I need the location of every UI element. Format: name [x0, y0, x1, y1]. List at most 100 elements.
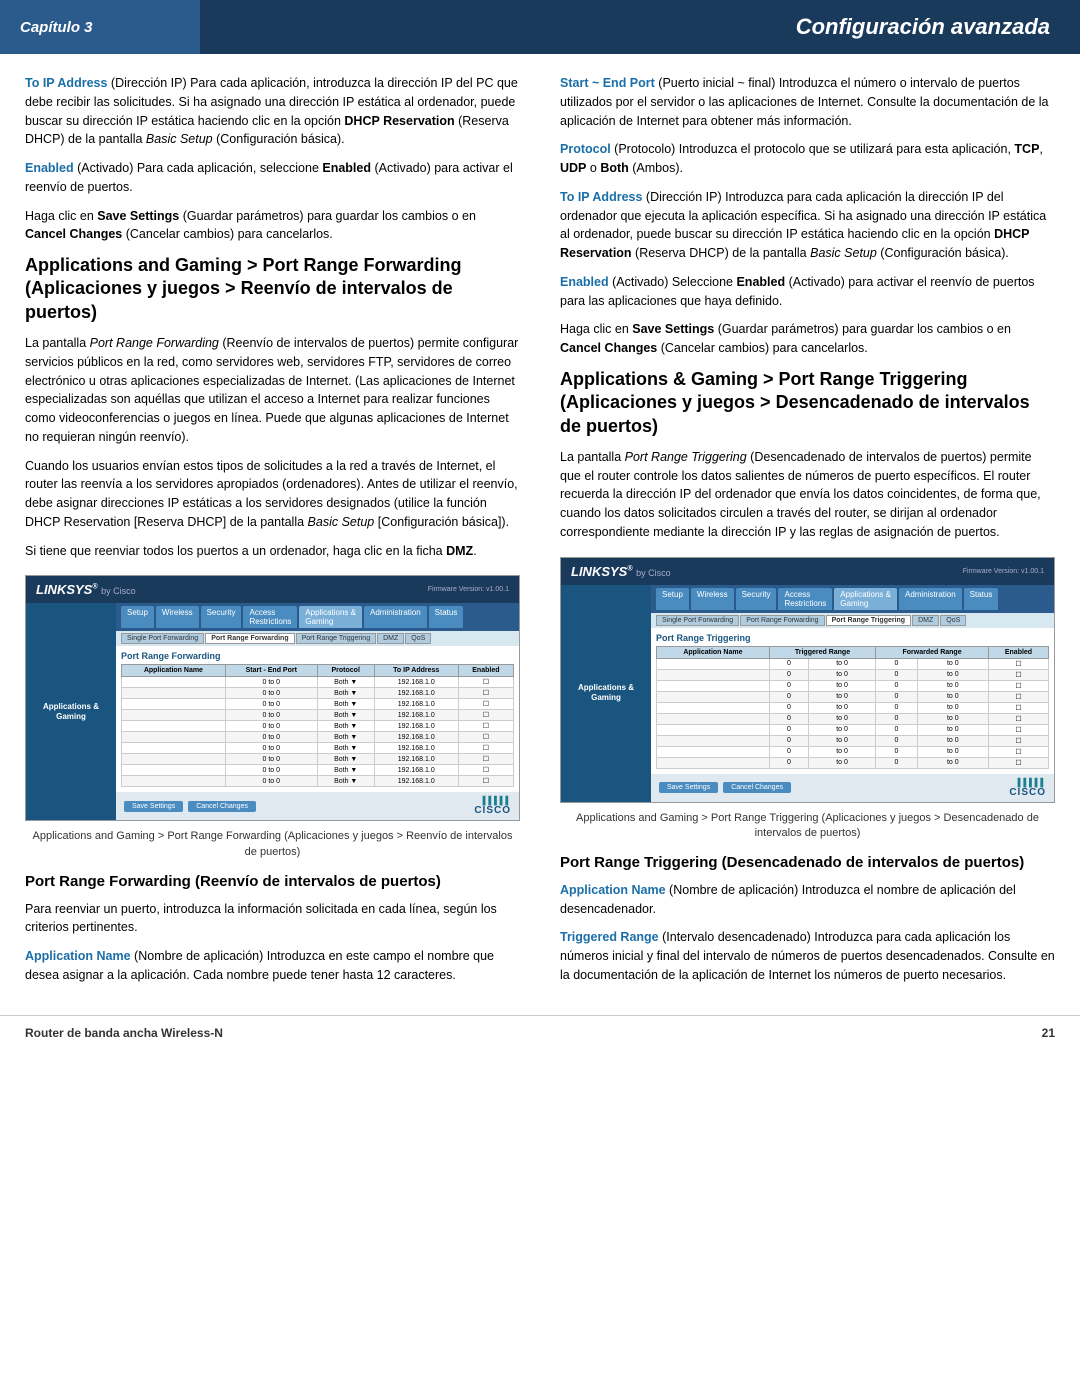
save-settings-bold-right: Save Settings	[632, 322, 714, 336]
screenshot1-caption: Applications and Gaming > Port Range For…	[25, 829, 520, 860]
sub-portrange-1[interactable]: Port Range Forwarding	[205, 633, 294, 644]
tcp-bold: TCP	[1014, 142, 1039, 156]
nav-setup-2[interactable]: Setup	[656, 588, 689, 610]
cancel-changes-btn-2[interactable]: Cancel Changes	[723, 782, 791, 793]
protocol-label: Protocol	[560, 142, 611, 156]
right-intro-p1: Start ~ End Port (Puerto inicial ~ final…	[560, 74, 1055, 130]
router-buttons-2: Save Settings Cancel Changes	[659, 782, 791, 793]
router-panel-title-2: Applications &Gaming	[578, 683, 634, 704]
router-sub-nav-1: Single Port Forwarding Port Range Forwar…	[116, 631, 519, 646]
col-protocol-1: Protocol	[317, 665, 374, 677]
nav-wireless-2[interactable]: Wireless	[691, 588, 734, 610]
sub-triggering-1[interactable]: Port Range Triggering	[296, 633, 376, 644]
nav-security-2[interactable]: Security	[736, 588, 777, 610]
page-footer: Router de banda ancha Wireless-N 21	[0, 1015, 1080, 1050]
router-sub-nav-2: Single Port Forwarding Port Range Forwar…	[651, 613, 1054, 628]
sub-portrange-2[interactable]: Port Range Forwarding	[740, 615, 824, 626]
cancel-changes-btn-1[interactable]: Cancel Changes	[188, 801, 256, 812]
router-bottom-1: Save Settings Cancel Changes ▌▌▌▌▌ CISCO	[116, 792, 519, 820]
table-row: 0 to 0Both ▼192.168.1.0☐	[122, 765, 514, 776]
section1-p3: Si tiene que reenviar todos los puertos …	[25, 542, 520, 561]
router-nav-2: Setup Wireless Security AccessRestrictio…	[651, 585, 1054, 613]
router-table-2: Application Name Triggered Range Forward…	[656, 646, 1049, 769]
nav-setup-1[interactable]: Setup	[121, 606, 154, 628]
nav-appgaming-2[interactable]: Applications &Gaming	[834, 588, 897, 610]
section2-field-triggered-right: Triggered Range (Intervalo desencadenado…	[560, 928, 1055, 984]
page-header: Capítulo 3 Configuración avanzada	[0, 0, 1080, 54]
right-intro-p4: Enabled (Activado) Seleccione Enabled (A…	[560, 273, 1055, 311]
right-column: Start ~ End Port (Puerto inicial ~ final…	[540, 74, 1080, 995]
col-enabled-2: Enabled	[988, 646, 1048, 658]
nav-status-2[interactable]: Status	[964, 588, 999, 610]
cisco-bars-1: ▌▌▌▌▌	[474, 796, 511, 805]
router-screenshot-2: LINKSYS® by Cisco Firmware Version: v1.0…	[560, 557, 1055, 803]
save-settings-bold-1: Save Settings	[97, 209, 179, 223]
table-row: 0to 00to 0☐	[657, 691, 1049, 702]
router-bottom-2: Save Settings Cancel Changes ▌▌▌▌▌ CISCO	[651, 774, 1054, 802]
table-row: 0 to 0Both ▼192.168.1.0☐	[122, 776, 514, 787]
sub-triggering-2[interactable]: Port Range Triggering	[826, 615, 912, 626]
nav-admin-2[interactable]: Administration	[899, 588, 962, 610]
sub-dmz-1[interactable]: DMZ	[377, 633, 404, 644]
save-settings-btn-2[interactable]: Save Settings	[659, 782, 718, 793]
both-bold: Both	[600, 161, 628, 175]
sub-qos-1[interactable]: QoS	[405, 633, 431, 644]
table-row: 0to 00to 0☐	[657, 735, 1049, 746]
section1-p2: Cuando los usuarios envían estos tipos d…	[25, 457, 520, 532]
table-row: 0 to 0Both ▼192.168.1.0☐	[122, 688, 514, 699]
nav-wireless-1[interactable]: Wireless	[156, 606, 199, 628]
section2-field-appname-left: Application Name (Nombre de aplicación) …	[25, 947, 520, 985]
table-row: 0 to 0Both ▼192.168.1.0☐	[122, 732, 514, 743]
start-end-label: Start ~ End Port	[560, 76, 655, 90]
router-body-1: Applications &Gaming Setup Wireless Secu…	[26, 603, 519, 820]
cisco-logo-1: ▌▌▌▌▌ CISCO	[474, 796, 511, 816]
col-appname-2: Application Name	[657, 646, 770, 658]
sub-single-1[interactable]: Single Port Forwarding	[121, 633, 204, 644]
sub-dmz-2[interactable]: DMZ	[912, 615, 939, 626]
nav-status-1[interactable]: Status	[429, 606, 464, 628]
intro-p3: Haga clic en Save Settings (Guardar pará…	[25, 207, 520, 245]
firmware-ver-2: Firmware Version: v1.00.1	[963, 568, 1044, 575]
nav-appgaming-1[interactable]: Applications &Gaming	[299, 606, 362, 628]
cancel-changes-bold-1: Cancel Changes	[25, 227, 122, 241]
router-body-2: Applications &Gaming Setup Wireless Secu…	[561, 585, 1054, 802]
enabled-label-1: Enabled	[25, 161, 74, 175]
intro-p1: To IP Address (Dirección IP) Para cada a…	[25, 74, 520, 149]
title-text: Configuración avanzada	[796, 14, 1050, 40]
router-header-2: LINKSYS® by Cisco Firmware Version: v1.0…	[561, 558, 1054, 585]
save-settings-btn-1[interactable]: Save Settings	[124, 801, 183, 812]
col-start-1: Start - End Port	[225, 665, 317, 677]
section1-heading-right: Applications & Gaming > Port Range Trigg…	[560, 368, 1055, 438]
triggered-range-label: Triggered Range	[560, 930, 659, 944]
dhcp-bold-right: DHCP Reservation	[560, 227, 1029, 260]
col-triggered-2: Triggered Range	[769, 646, 875, 658]
col-toip-1: To IP Address	[374, 665, 458, 677]
footer-product: Router de banda ancha Wireless-N	[25, 1026, 223, 1040]
router-left-panel-2: Applications &Gaming	[561, 585, 651, 802]
cisco-logo-2: ▌▌▌▌▌ CISCO	[1009, 778, 1046, 798]
cancel-changes-bold-right: Cancel Changes	[560, 341, 657, 355]
to-ip-label-1: To IP Address	[25, 76, 107, 90]
nav-access-1[interactable]: AccessRestrictions	[243, 606, 297, 628]
table-row: 0to 00to 0☐	[657, 757, 1049, 768]
nav-admin-1[interactable]: Administration	[364, 606, 427, 628]
router-nav-1: Setup Wireless Security AccessRestrictio…	[116, 603, 519, 631]
table-row: 0to 00to 0☐	[657, 724, 1049, 735]
router-left-panel-1: Applications &Gaming	[26, 603, 116, 820]
table-row: 0to 00to 0☐	[657, 702, 1049, 713]
router-table-1: Application Name Start - End Port Protoc…	[121, 664, 514, 787]
nav-access-2[interactable]: AccessRestrictions	[778, 588, 832, 610]
footer-page: 21	[1042, 1026, 1055, 1040]
section1-p1-right: La pantalla Port Range Triggering (Desen…	[560, 448, 1055, 542]
table-row: 0 to 0Both ▼192.168.1.0☐	[122, 699, 514, 710]
nav-security-1[interactable]: Security	[201, 606, 242, 628]
sub-qos-2[interactable]: QoS	[940, 615, 966, 626]
router-table-area-1: Port Range Forwarding Application Name S…	[116, 646, 519, 792]
screenshot2-caption: Applications and Gaming > Port Range Tri…	[560, 811, 1055, 842]
basic-setup-italic-1: Basic Setup	[146, 132, 213, 146]
table-row: 0to 00to 0☐	[657, 746, 1049, 757]
table-row: 0 to 0Both ▼192.168.1.0☐	[122, 721, 514, 732]
sub-single-2[interactable]: Single Port Forwarding	[656, 615, 739, 626]
table-row: 0 to 0Both ▼192.168.1.0☐	[122, 743, 514, 754]
page-title: Configuración avanzada	[200, 0, 1080, 54]
